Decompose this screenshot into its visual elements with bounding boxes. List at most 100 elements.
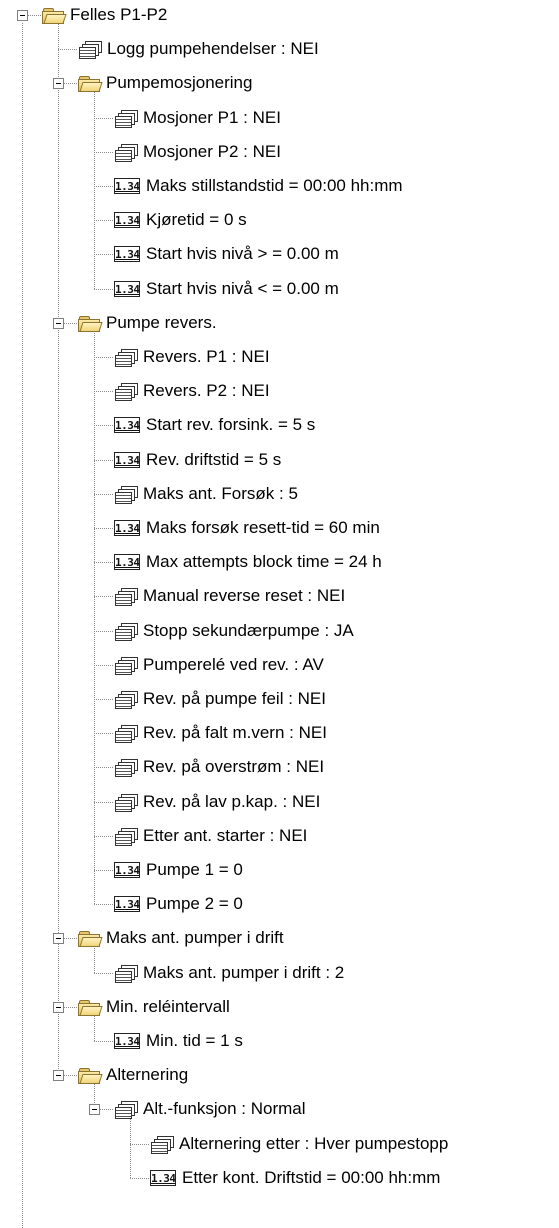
tree-node-label: Logg pumpehendelser : NEI [107, 39, 319, 58]
tree-guide-line [94, 331, 95, 904]
tree-connector [94, 118, 113, 119]
tree-node-label: Min. tid = 1 s [146, 1031, 243, 1050]
tree-node-label: Etter ant. starter : NEI [143, 826, 308, 845]
tree-connector [94, 973, 113, 974]
tree-node-label: Felles P1-P2 [70, 5, 168, 24]
tree-setting-node[interactable]: Revers. P1 : NEI [114, 343, 270, 371]
tree-setting-node[interactable]: Stopp sekundærpumpe : JA [114, 617, 354, 645]
enum-value-icon [114, 349, 138, 367]
tree-node-label: Pumpe 2 = 0 [146, 894, 243, 913]
tree-connector [94, 631, 113, 632]
tree-folder-node[interactable]: Pumpe revers. [78, 309, 217, 337]
tree-setting-node[interactable]: 1.34 Max attempts block time = 24 h [114, 548, 382, 576]
enum-value-icon [78, 41, 102, 59]
tree-setting-node[interactable]: Pumperelé ved rev. : AV [114, 651, 324, 679]
tree-setting-node[interactable]: 1.34 Maks forsøk resett-tid = 60 min [114, 514, 380, 542]
tree-setting-node[interactable]: 1.34 Start hvis nivå > = 0.00 m [114, 240, 339, 268]
tree-guide-line [22, 23, 23, 1228]
tree-folder-node[interactable]: Pumpemosjonering [78, 69, 252, 97]
enum-value-icon [114, 144, 138, 162]
tree-node-label: Pumperelé ved rev. : AV [143, 655, 324, 674]
tree-guide-line [58, 23, 59, 1075]
tree-setting-node[interactable]: 1.34 Maks stillstandstid = 00:00 hh:mm [114, 172, 403, 200]
tree-node-label: Alt.-funksjon : Normal [143, 1099, 306, 1118]
enum-value-icon [114, 588, 138, 606]
tree-connector [94, 870, 113, 871]
tree-node-label: Alternering etter : Hver pumpestopp [179, 1134, 449, 1153]
numeric-value-icon: 1.34 [114, 896, 140, 912]
numeric-value-icon: 1.34 [114, 452, 140, 468]
numeric-value-icon: 1.34 [114, 862, 140, 878]
tree-connector [94, 289, 113, 290]
collapse-toggle[interactable] [17, 10, 28, 21]
tree-setting-node[interactable]: Logg pumpehendelser : NEI [78, 35, 319, 63]
enum-value-icon [114, 486, 138, 504]
numeric-value-icon: 1.34 [114, 1033, 140, 1049]
collapse-toggle[interactable] [53, 1070, 64, 1081]
tree-setting-node[interactable]: 1.34 Start rev. forsink. = 5 s [114, 411, 315, 439]
tree-connector [94, 152, 113, 153]
tree-node-label: Rev. på lav p.kap. : NEI [143, 792, 321, 811]
tree-setting-node[interactable]: Revers. P2 : NEI [114, 377, 270, 405]
tree-setting-node[interactable]: Maks ant. pumper i drift : 2 [114, 959, 344, 987]
tree-connector [94, 460, 113, 461]
folder-icon [42, 7, 67, 24]
tree-setting-node[interactable]: 1.34 Etter kont. Driftstid = 00:00 hh:mm [150, 1164, 440, 1192]
tree-connector [94, 836, 113, 837]
tree-node-label: Manual reverse reset : NEI [143, 586, 346, 605]
tree-folder-node[interactable]: Alternering [78, 1061, 188, 1089]
tree-node-label: Revers. P1 : NEI [143, 347, 270, 366]
tree-node-label: Pumpe 1 = 0 [146, 860, 243, 879]
tree-folder-node[interactable]: Felles P1-P2 [42, 1, 167, 29]
tree-connector [94, 699, 113, 700]
tree-node-label: Pumpe revers. [106, 313, 217, 332]
collapse-toggle[interactable] [89, 1104, 100, 1115]
enum-value-icon [114, 794, 138, 812]
folder-icon [78, 75, 103, 92]
tree-node-label: Start hvis nivå < = 0.00 m [146, 279, 339, 298]
tree-connector [94, 562, 113, 563]
tree-node-label: Rev. på falt m.vern : NEI [143, 723, 327, 742]
tree-setting-node[interactable]: 1.34 Start hvis nivå < = 0.00 m [114, 275, 339, 303]
tree-node-label: Kjøretid = 0 s [146, 210, 247, 229]
collapse-toggle[interactable] [53, 78, 64, 89]
tree-node-label: Maks ant. pumper i drift [106, 928, 284, 947]
tree-setting-node[interactable]: Rev. på lav p.kap. : NEI [114, 788, 320, 816]
tree-node-label: Rev. på pumpe feil : NEI [143, 689, 326, 708]
tree-connector [94, 665, 113, 666]
tree-node-label: Stopp sekundærpumpe : JA [143, 621, 354, 640]
collapse-toggle[interactable] [53, 318, 64, 329]
tree-setting-node[interactable]: Mosjoner P2 : NEI [114, 138, 281, 166]
tree-node-label: Maks ant. Forsøk : 5 [143, 484, 298, 503]
tree-setting-node[interactable]: Rev. på overstrøm : NEI [114, 753, 324, 781]
enum-value-icon [114, 383, 138, 401]
tree-connector [94, 596, 113, 597]
tree-node-label: Revers. P2 : NEI [143, 381, 270, 400]
tree-setting-node[interactable]: Mosjoner P1 : NEI [114, 104, 281, 132]
tree-guide-line [94, 91, 95, 289]
tree-setting-node[interactable]: Rev. på pumpe feil : NEI [114, 685, 326, 713]
tree-setting-node[interactable]: Alt.-funksjon : Normal [114, 1095, 306, 1123]
tree-node-label: Min. reléintervall [106, 997, 230, 1016]
tree-setting-node[interactable]: 1.34 Pumpe 1 = 0 [114, 856, 243, 884]
tree-node-label: Max attempts block time = 24 h [146, 552, 382, 571]
tree-setting-node[interactable]: Maks ant. Forsøk : 5 [114, 480, 298, 508]
tree-setting-node[interactable]: 1.34 Kjøretid = 0 s [114, 206, 247, 234]
tree-setting-node[interactable]: 1.34 Pumpe 2 = 0 [114, 890, 243, 918]
tree-setting-node[interactable]: 1.34 Rev. driftstid = 5 s [114, 446, 281, 474]
tree-node-label: Maks stillstandstid = 00:00 hh:mm [146, 176, 403, 195]
tree-setting-node[interactable]: Manual reverse reset : NEI [114, 582, 345, 610]
numeric-value-icon: 1.34 [150, 1170, 176, 1186]
tree-setting-node[interactable]: Rev. på falt m.vern : NEI [114, 719, 327, 747]
collapse-toggle[interactable] [53, 933, 64, 944]
folder-icon [78, 999, 103, 1016]
numeric-value-icon: 1.34 [114, 212, 140, 228]
tree-folder-node[interactable]: Min. reléintervall [78, 993, 230, 1021]
enum-value-icon [114, 691, 138, 709]
tree-connector [94, 220, 113, 221]
tree-folder-node[interactable]: Maks ant. pumper i drift [78, 924, 284, 952]
collapse-toggle[interactable] [53, 1002, 64, 1013]
tree-setting-node[interactable]: Alternering etter : Hver pumpestopp [150, 1130, 448, 1158]
tree-setting-node[interactable]: Etter ant. starter : NEI [114, 822, 307, 850]
tree-setting-node[interactable]: 1.34 Min. tid = 1 s [114, 1027, 243, 1055]
